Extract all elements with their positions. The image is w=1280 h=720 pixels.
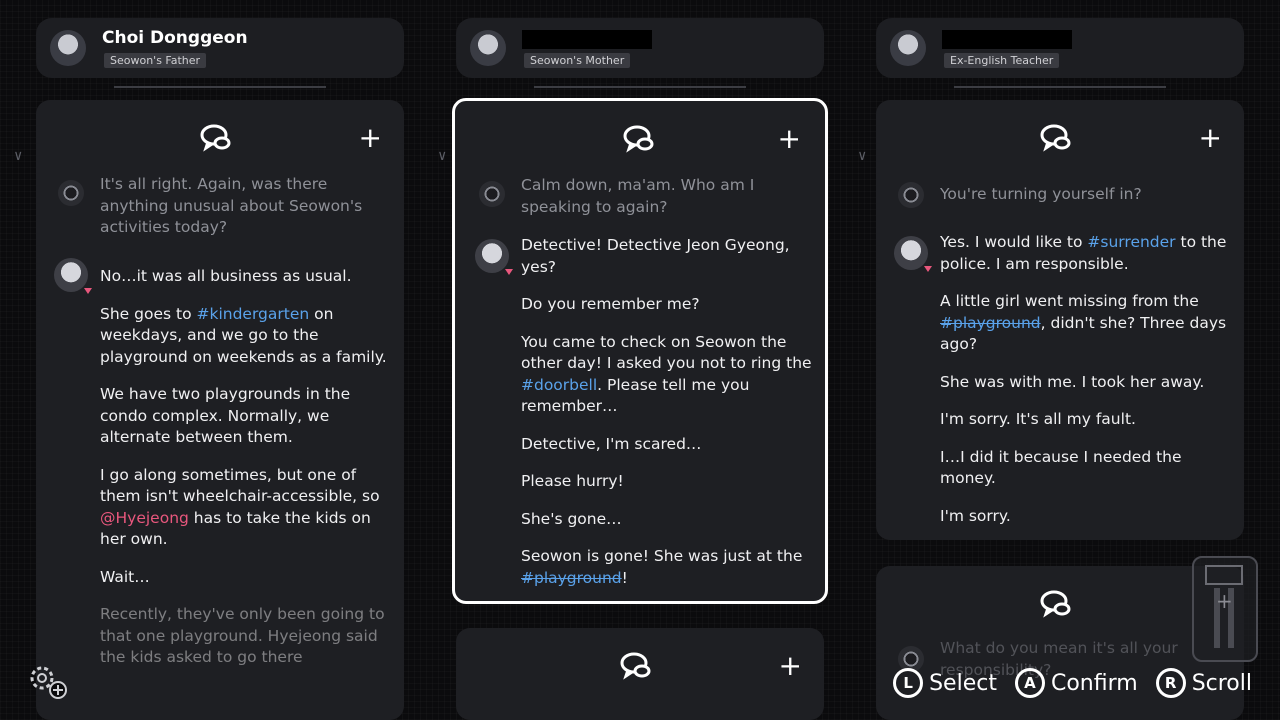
paragraph-mention: I go along sometimes, but one of them is…	[100, 465, 380, 549]
contact-avatar	[890, 30, 926, 66]
select-label: Select	[929, 670, 997, 696]
add-note-button[interactable]: +	[778, 125, 801, 153]
paragraph-playground: Seowon is gone! She was just at the #pla…	[521, 547, 803, 587]
officer-message: It's all right. Again, was there anythin…	[100, 175, 363, 236]
paragraph-doorbell: You came to check on Seowon the other da…	[521, 332, 812, 416]
officer-message: Calm down, ma'am. Who am I speaking to a…	[521, 176, 755, 216]
chat-bubbles-icon[interactable]	[618, 650, 654, 682]
redacted-name	[522, 30, 652, 49]
chat-card-selected[interactable]: + Calm down, ma'am. Who am I speaking to…	[452, 98, 828, 604]
scroll-indicator[interactable]: +	[1192, 556, 1258, 662]
contact-role: Seowon's Father	[104, 53, 207, 68]
speaker-message: No…it was all business as usual. She goe…	[100, 266, 392, 685]
chat-card[interactable]: + It's all right. Again, was there anyth…	[36, 100, 404, 720]
contact-header[interactable]: Ex-English Teacher	[876, 18, 1244, 78]
contact-avatar	[470, 30, 506, 66]
contact-name: Choi Donggeon	[102, 28, 248, 48]
select-prompt[interactable]: L Select	[893, 668, 997, 698]
contact-header[interactable]: Seowon's Mother	[456, 18, 824, 78]
police-badge-icon	[479, 181, 505, 207]
chevron-down-icon: ∨	[858, 148, 867, 164]
speaker-message: Detective! Detective Jeon Gyeong, yes? D…	[521, 235, 813, 601]
add-note-button[interactable]: +	[1199, 124, 1222, 152]
chevron-down-icon: ∨	[438, 148, 447, 164]
chat-card[interactable]: + You're turning yourself in? Yes. I wou…	[876, 100, 1244, 540]
contact-role: Ex-English Teacher	[944, 53, 1060, 68]
speaker-avatar	[475, 239, 509, 273]
speaker-avatar	[54, 258, 88, 292]
mention-hyejeong[interactable]: @Hyejeong	[100, 509, 189, 527]
gear-plus-icon[interactable]	[24, 660, 70, 700]
contact-header[interactable]: Choi Donggeon Seowon's Father	[36, 18, 404, 78]
chat-bubbles-icon[interactable]	[198, 122, 234, 154]
l-button-icon: L	[893, 668, 924, 698]
header-divider	[534, 86, 746, 88]
redacted-name	[942, 30, 1072, 49]
police-badge-icon	[898, 182, 924, 208]
confirm-prompt[interactable]: A Confirm	[1014, 668, 1138, 698]
officer-message: You're turning yourself in?	[940, 185, 1142, 203]
contact-avatar	[50, 30, 86, 66]
hashtag-playground[interactable]: #playground	[521, 569, 622, 587]
hashtag-kindergarten[interactable]: #kindergarten	[196, 305, 309, 323]
scroll-label: Scroll	[1191, 670, 1252, 696]
paragraph-surrender: Yes. I would like to #surrender to the p…	[940, 233, 1227, 273]
button-prompts: L Select A Confirm R Scroll	[893, 668, 1252, 698]
hashtag-surrender[interactable]: #surrender	[1087, 233, 1175, 251]
speaker-avatar	[894, 236, 928, 270]
chevron-down-icon: ∨	[14, 148, 23, 164]
police-badge-icon	[58, 180, 84, 206]
speaker-message: Yes. I would like to #surrender to the p…	[940, 232, 1232, 540]
paragraph-kindergarten: She goes to #kindergarten on weekdays, a…	[100, 304, 387, 366]
hashtag-playground[interactable]: #playground	[940, 314, 1041, 332]
chat-bubbles-icon[interactable]	[1038, 122, 1074, 154]
scroll-prompt[interactable]: R Scroll	[1155, 668, 1252, 698]
contact-role: Seowon's Mother	[524, 53, 631, 68]
header-divider	[954, 86, 1166, 88]
r-button-icon: R	[1155, 668, 1186, 698]
hashtag-doorbell[interactable]: #doorbell	[521, 376, 597, 394]
chat-card-collapsed[interactable]: +	[456, 628, 824, 720]
add-note-button[interactable]: +	[359, 124, 382, 152]
confirm-label: Confirm	[1050, 670, 1138, 696]
chat-bubbles-icon[interactable]	[1038, 588, 1074, 620]
svg-text:+: +	[1216, 589, 1233, 613]
scroll-track-icon: +	[1205, 565, 1243, 648]
chat-bubbles-icon[interactable]	[621, 123, 657, 155]
paragraph-playground: A little girl went missing from the #pla…	[940, 292, 1227, 353]
a-button-icon: A	[1014, 668, 1045, 698]
header-divider	[114, 86, 326, 88]
add-note-button[interactable]: +	[779, 652, 802, 680]
